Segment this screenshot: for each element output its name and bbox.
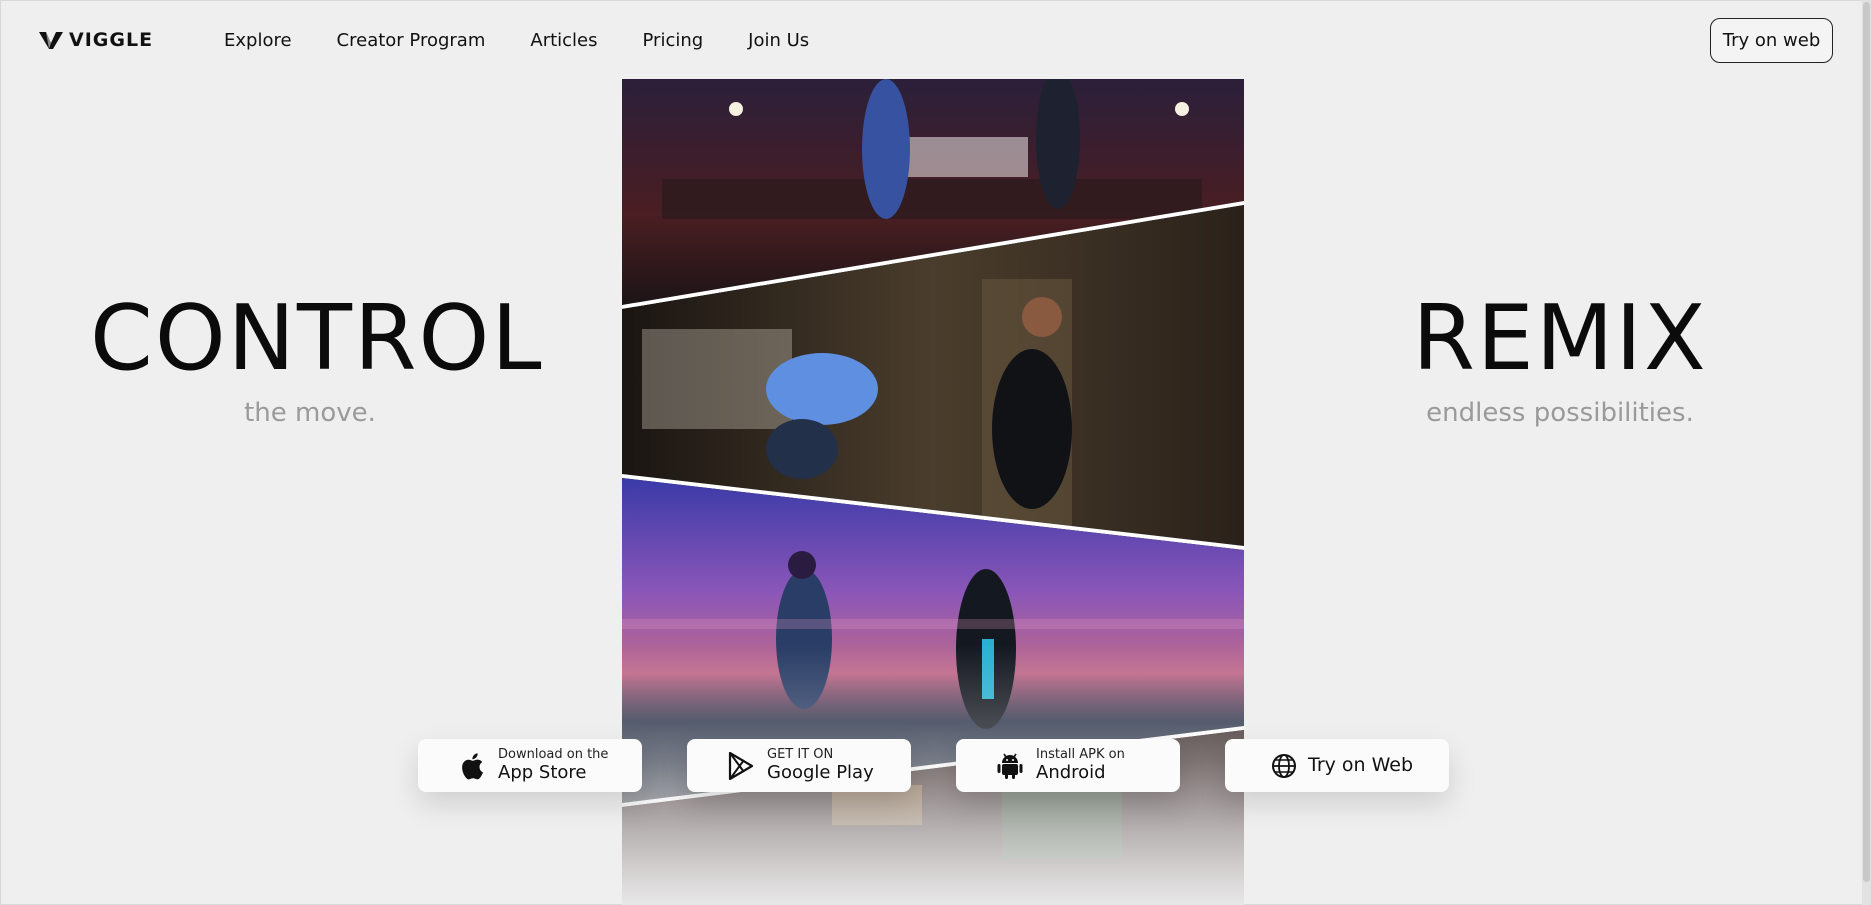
app-store-button[interactable]: Download on the App Store bbox=[418, 739, 642, 792]
app-store-small-label: Download on the bbox=[498, 746, 609, 762]
nav-item-explore[interactable]: Explore bbox=[224, 30, 292, 51]
google-play-small-label: GET IT ON bbox=[767, 746, 834, 762]
try-on-web-button[interactable]: Try on Web bbox=[1225, 739, 1449, 792]
google-play-label: Google Play bbox=[767, 761, 874, 783]
nav-item-pricing[interactable]: Pricing bbox=[643, 30, 704, 51]
android-label: Android bbox=[1036, 761, 1106, 783]
hero-right-subtitle: endless possibilities. bbox=[1426, 398, 1694, 428]
viggle-v-logo-icon bbox=[39, 32, 63, 49]
apple-icon bbox=[458, 752, 486, 780]
nav-item-join-us[interactable]: Join Us bbox=[748, 30, 809, 51]
android-apk-button[interactable]: Install APK on Android bbox=[956, 739, 1180, 792]
try-on-web-header-button[interactable]: Try on web bbox=[1710, 18, 1833, 63]
hero-right-title: REMIX bbox=[1412, 286, 1708, 391]
android-small-label: Install APK on bbox=[1036, 746, 1125, 762]
hero-left-subtitle: the move. bbox=[244, 398, 376, 428]
top-navigation-bar: VIGGLE Explore Creator Program Articles … bbox=[0, 0, 1871, 80]
hero-left-title: CONTROL bbox=[90, 286, 544, 391]
google-play-button[interactable]: GET IT ON Google Play bbox=[687, 739, 911, 792]
nav-item-articles[interactable]: Articles bbox=[530, 30, 597, 51]
scrollbar-thumb[interactable] bbox=[1863, 2, 1870, 882]
brand-name: VIGGLE bbox=[69, 29, 154, 51]
nav-item-creator-program[interactable]: Creator Program bbox=[337, 30, 486, 51]
android-icon bbox=[996, 752, 1024, 780]
viggle-logo[interactable]: VIGGLE bbox=[38, 26, 153, 54]
app-store-label: App Store bbox=[498, 761, 587, 783]
page-scrollbar[interactable] bbox=[1862, 0, 1871, 905]
globe-icon bbox=[1270, 752, 1298, 780]
try-on-web-label: Try on Web bbox=[1308, 753, 1414, 776]
main-nav: Explore Creator Program Articles Pricing… bbox=[224, 26, 854, 54]
google-play-icon bbox=[727, 751, 755, 780]
